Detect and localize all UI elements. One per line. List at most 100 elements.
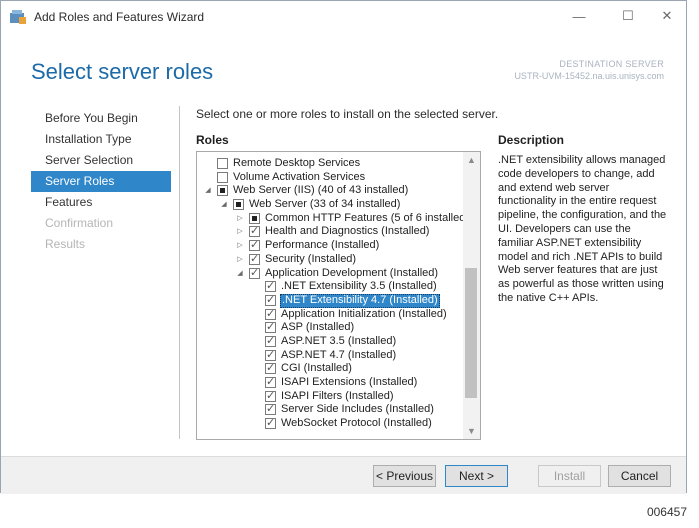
role-label[interactable]: .NET Extensibility 4.7 (Installed) [280, 293, 440, 308]
role-label[interactable]: Common HTTP Features (5 of 6 installed) [264, 212, 470, 226]
role-tree-row[interactable]: ASP.NET 3.5 (Installed) [197, 334, 463, 349]
role-checkbox[interactable] [249, 212, 260, 224]
role-label[interactable]: ASP (Installed) [280, 321, 355, 335]
roles-scrollbar[interactable]: ▲ ▼ [463, 152, 480, 439]
role-tree-row[interactable]: ◢ Web Server (33 of 34 installed) [197, 198, 463, 212]
role-tree-row[interactable]: Application Initialization (Installed) [197, 307, 463, 322]
role-tree-row[interactable]: ▷ Common HTTP Features (5 of 6 installed) [197, 212, 469, 226]
role-checkbox[interactable] [265, 416, 276, 430]
role-label[interactable]: WebSocket Protocol (Installed) [280, 417, 433, 431]
nav-item-confirmation: Confirmation [45, 216, 114, 230]
title-bar[interactable]: Add Roles and Features Wizard — ☐ ✕ [1, 1, 686, 31]
collapse-arrow-icon[interactable]: ◢ [235, 267, 245, 281]
page-code: 006457 [646, 505, 687, 519]
role-label[interactable]: ISAPI Extensions (Installed) [280, 376, 418, 390]
role-label[interactable]: Server Side Includes (Installed) [280, 403, 435, 417]
description-text: .NET extensibility allows managed code d… [498, 154, 667, 304]
cancel-button[interactable]: Cancel [608, 465, 671, 487]
role-label[interactable]: Application Development (Installed) [264, 267, 439, 281]
role-tree-row[interactable]: ISAPI Filters (Installed) [197, 389, 463, 404]
role-checkbox[interactable] [265, 334, 276, 348]
role-checkbox[interactable] [265, 375, 276, 389]
scroll-thumb[interactable] [465, 268, 477, 398]
wizard-window: Add Roles and Features Wizard — ☐ ✕ Sele… [0, 0, 687, 494]
role-label[interactable]: Web Server (IIS) (40 of 43 installed) [232, 184, 409, 198]
role-label[interactable]: Performance (Installed) [264, 239, 380, 253]
role-label[interactable]: Security (Installed) [264, 253, 357, 267]
nav-item-features[interactable]: Features [31, 192, 171, 213]
wizard-footer: < Previous Next > Install Cancel [1, 456, 686, 494]
role-checkbox[interactable] [249, 266, 260, 279]
role-tree-row[interactable]: WebSocket Protocol (Installed) [197, 416, 463, 431]
nav-divider [179, 106, 180, 439]
role-tree-row[interactable]: Volume Activation Services [197, 171, 463, 185]
roles-heading: Roles [196, 133, 229, 147]
wizard-header: Select server roles DESTINATION SERVER U… [1, 31, 686, 98]
role-tree-row[interactable]: .NET Extensibility 3.5 (Installed) [197, 279, 463, 294]
expand-arrow-icon[interactable]: ▷ [235, 239, 245, 253]
role-tree-row[interactable]: ▷ Security (Installed) [197, 252, 463, 267]
role-checkbox[interactable] [217, 171, 228, 183]
next-button[interactable]: Next > [445, 465, 508, 487]
role-label[interactable]: ASP.NET 3.5 (Installed) [280, 335, 397, 349]
role-tree-row[interactable]: Server Side Includes (Installed) [197, 402, 463, 417]
roles-tree-items: Remote Desktop Services Volume Activation… [197, 157, 469, 431]
nav-item-server-selection[interactable]: Server Selection [31, 150, 171, 171]
role-tree-row[interactable]: ISAPI Extensions (Installed) [197, 375, 463, 390]
role-checkbox[interactable] [265, 348, 276, 361]
wizard-navigation: Before You Begin Installation Type Server … [31, 108, 171, 255]
role-tree-row[interactable]: ▷ Performance (Installed) [197, 238, 463, 253]
collapse-arrow-icon[interactable]: ◢ [203, 184, 213, 198]
expand-arrow-icon[interactable]: ▷ [235, 212, 245, 226]
role-label[interactable]: Volume Activation Services [232, 171, 366, 185]
role-checkbox[interactable] [265, 320, 276, 334]
role-checkbox[interactable] [265, 279, 276, 293]
nav-item-server-roles[interactable]: Server Roles [31, 171, 171, 192]
expand-arrow-icon[interactable]: ▷ [235, 253, 245, 267]
role-checkbox[interactable] [265, 402, 276, 416]
role-checkbox[interactable] [217, 158, 228, 169]
role-label[interactable]: ISAPI Filters (Installed) [280, 390, 394, 404]
role-label[interactable]: Remote Desktop Services [232, 157, 361, 171]
role-checkbox[interactable] [265, 361, 276, 375]
destination-server-label: DESTINATION SERVER [559, 59, 664, 69]
role-tree-row[interactable]: ◢ Web Server (IIS) (40 of 43 installed) [197, 184, 463, 198]
window-title: Add Roles and Features Wizard [34, 10, 205, 24]
install-button[interactable]: Install [538, 465, 601, 487]
role-checkbox[interactable] [233, 199, 244, 211]
nav-item-installation-type[interactable]: Installation Type [31, 129, 171, 150]
collapse-arrow-icon[interactable]: ◢ [219, 198, 229, 212]
role-checkbox[interactable] [249, 224, 260, 238]
role-checkbox[interactable] [249, 252, 260, 266]
previous-button[interactable]: < Previous [373, 465, 436, 487]
scroll-up-arrow-icon[interactable]: ▲ [463, 152, 480, 168]
role-label[interactable]: .NET Extensibility 3.5 (Installed) [280, 280, 438, 294]
role-tree-row[interactable]: ASP (Installed) [197, 320, 463, 335]
role-label[interactable]: Health and Diagnostics (Installed) [264, 225, 430, 239]
page-title: Select server roles [31, 59, 214, 84]
nav-item-results: Results [45, 237, 86, 251]
role-checkbox[interactable] [249, 238, 260, 252]
role-tree-row[interactable]: CGI (Installed) [197, 361, 463, 376]
role-tree-row[interactable]: ◢ Application Development (Installed) [197, 266, 463, 281]
minimize-button[interactable]: — [561, 5, 597, 27]
nav-item-before-you-begin[interactable]: Before You Begin [31, 108, 171, 129]
role-label[interactable]: Web Server (33 of 34 installed) [248, 198, 401, 212]
scroll-down-arrow-icon[interactable]: ▼ [463, 423, 480, 439]
expand-arrow-icon[interactable]: ▷ [235, 225, 245, 239]
role-tree-row[interactable]: .NET Extensibility 4.7 (Installed) [197, 293, 463, 308]
role-label[interactable]: CGI (Installed) [280, 362, 353, 376]
role-checkbox[interactable] [265, 389, 276, 402]
maximize-button[interactable]: ☐ [610, 5, 646, 27]
server-manager-icon [10, 10, 26, 24]
role-checkbox[interactable] [265, 293, 276, 307]
roles-tree[interactable]: Remote Desktop Services Volume Activation… [196, 151, 481, 440]
role-tree-row[interactable]: ASP.NET 4.7 (Installed) [197, 348, 463, 363]
role-tree-row[interactable]: Remote Desktop Services [197, 157, 463, 171]
role-label[interactable]: Application Initialization (Installed) [280, 308, 448, 322]
role-checkbox[interactable] [265, 307, 276, 320]
role-tree-row[interactable]: ▷ Health and Diagnostics (Installed) [197, 224, 463, 239]
role-checkbox[interactable] [217, 185, 228, 197]
role-label[interactable]: ASP.NET 4.7 (Installed) [280, 349, 397, 363]
close-button[interactable]: ✕ [649, 5, 685, 27]
